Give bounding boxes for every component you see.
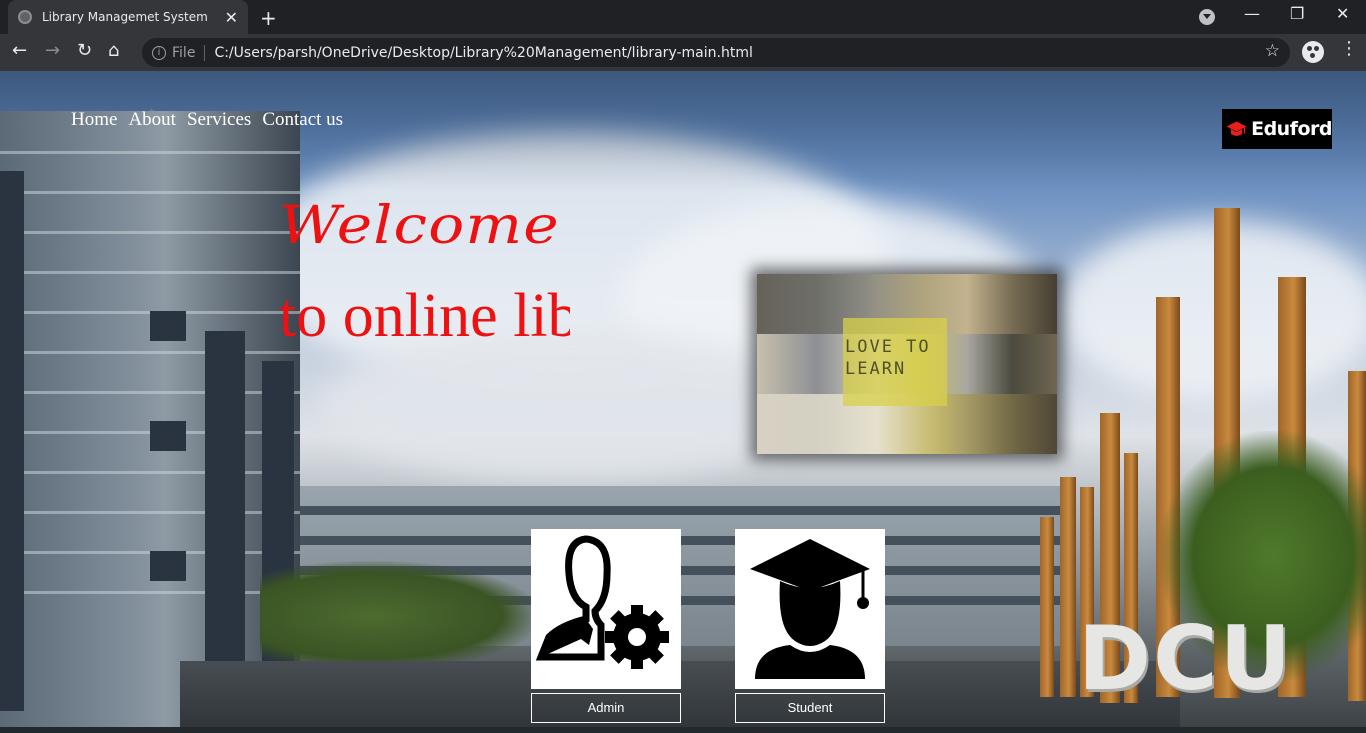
photo-sign-text: LOVE TO LEARN [845,337,931,379]
student-icon [750,539,870,679]
minimize-icon[interactable]: — [1244,4,1260,23]
headline-clip: to online library [279,276,570,366]
tab-title: Library Managemet System [42,10,208,24]
url-text[interactable]: C:/Users/parsh/OneDrive/Desktop/Library%… [214,45,752,61]
dcu-sign: DCU [1078,607,1294,710]
admin-icon [535,535,669,669]
back-icon[interactable]: ← [12,40,27,61]
url-scheme: File [172,44,196,61]
nav-about[interactable]: About [128,109,176,131]
bottom-strip [0,727,1366,733]
home-icon[interactable]: ⌂ [108,40,119,61]
browser-tabstrip: Library Managemet System ✕ + — ❐ ✕ [0,0,1366,34]
globe-icon [18,10,32,24]
student-button[interactable]: Student [735,693,885,723]
welcome-heading: Welcome [279,196,560,256]
reload-icon[interactable]: ↻ [77,40,92,61]
eduford-logo[interactable]: Eduford [1222,109,1332,149]
headline-text: to online library [279,282,570,350]
logo-text: Eduford [1251,118,1332,140]
page-viewport: DCU Home About Services Contact us Edufo… [0,71,1366,733]
graduation-cap-icon [1226,121,1247,136]
address-bar[interactable]: i File C:/Users/parsh/OneDrive/Desktop/L… [142,38,1290,67]
nav-services[interactable]: Services [187,109,251,131]
forward-icon[interactable]: → [45,40,60,61]
trees-left [260,561,540,671]
restore-icon[interactable]: ❐ [1290,4,1304,23]
browser-toolbar: ← → ↻ ⌂ i File C:/Users/parsh/OneDrive/D… [0,34,1366,71]
tab-close-icon[interactable]: ✕ [225,8,238,27]
admin-button[interactable]: Admin [531,693,681,723]
menu-kebab-icon[interactable]: ⋮ [1340,38,1358,59]
student-card[interactable] [735,529,885,689]
main-nav: Home About Services Contact us [71,109,343,131]
left-building [0,111,300,733]
browser-tab[interactable]: Library Managemet System ✕ [8,0,248,34]
close-window-icon[interactable]: ✕ [1336,4,1349,23]
nav-home[interactable]: Home [71,109,117,131]
extension-icon[interactable] [1302,41,1324,63]
nav-contact[interactable]: Contact us [262,109,343,131]
hero-photo: LOVE TO LEARN [757,274,1057,454]
divider [204,44,206,61]
admin-card[interactable] [531,529,681,689]
tab-search-icon[interactable] [1199,9,1215,25]
bookmark-star-icon[interactable]: ☆ [1265,41,1280,61]
new-tab-button[interactable]: + [260,6,277,30]
info-icon[interactable]: i [152,45,166,60]
